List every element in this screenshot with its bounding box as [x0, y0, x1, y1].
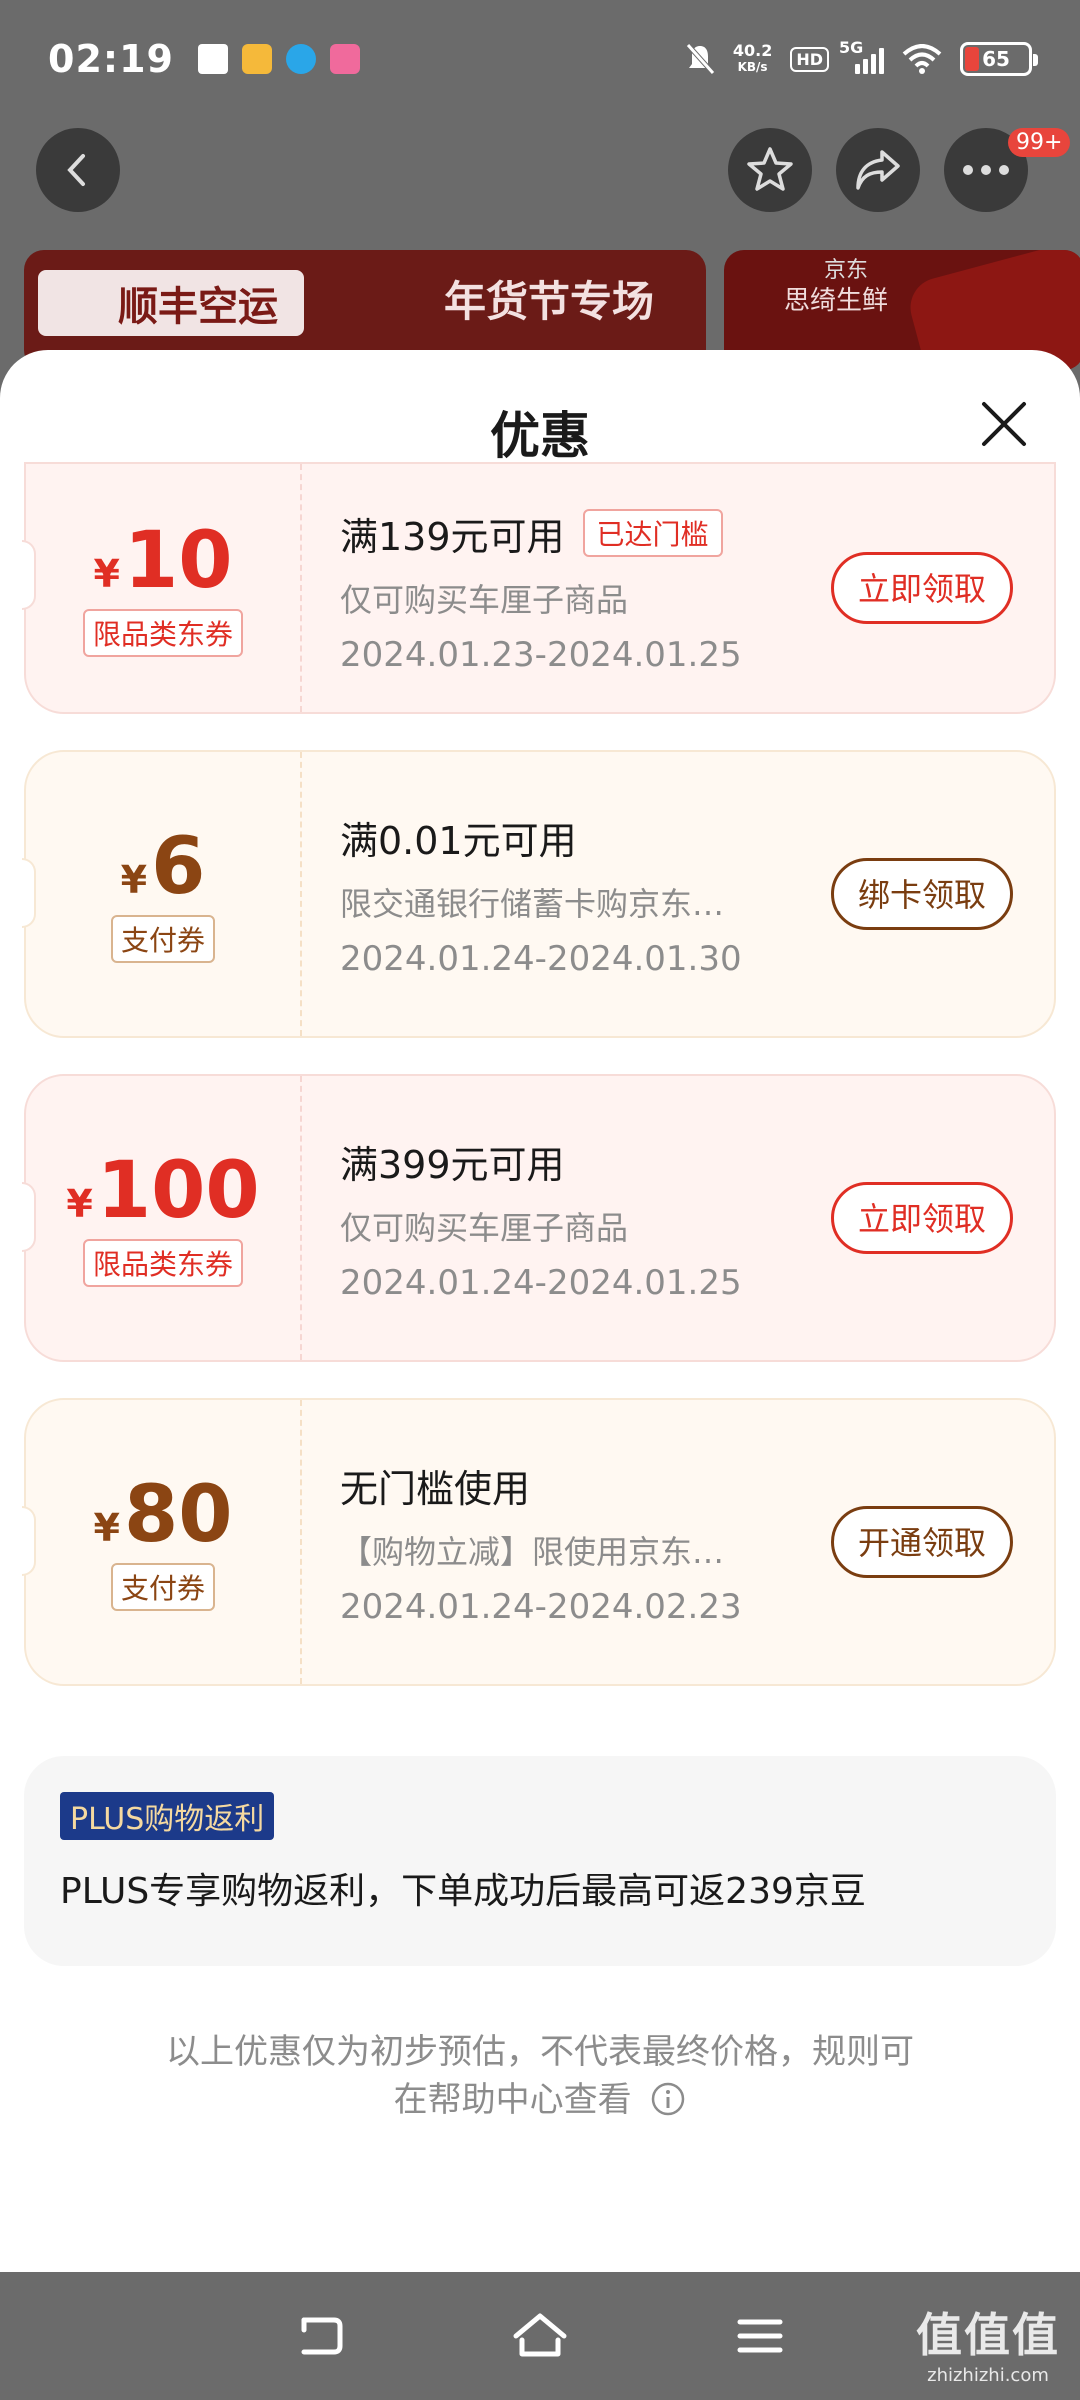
status-bar: 02:19 40.2 KB/s HD 5G 65 — [0, 0, 1080, 118]
coupon-notch — [22, 858, 36, 928]
back-button[interactable] — [36, 128, 120, 212]
battery-icon: 65 — [960, 42, 1038, 76]
coupon-scope: 限交通银行储蓄卡购京东… — [340, 884, 725, 923]
coupon-type-tag: 限品类东券 — [82, 1239, 243, 1287]
coupon-card: ¥ 6 支付券 满0.01元可用 限交通银行储蓄卡购京东… 2024.01.24… — [22, 750, 1056, 1038]
coupon-notch — [22, 540, 36, 610]
app-pink-icon — [329, 44, 360, 74]
qq-icon — [285, 44, 316, 74]
watermark: 值值值 zhizhizhi.com — [916, 2299, 1060, 2386]
coupon-list: ¥ 10 限品类东券 满139元可用 已达门槛 仅可购买车厘子商品 2024.0… — [22, 462, 1056, 1722]
coupon-details: 满399元可用 仅可购买车厘子商品 2024.01.24-2024.01.25 — [302, 1076, 824, 1360]
plus-rebate-text: PLUS专享购物返利，下单成功后最高可返239京豆 — [60, 1871, 866, 1912]
coupon-dates: 2024.01.23-2024.01.25 — [340, 634, 742, 675]
amount-value: 6 — [151, 822, 206, 912]
mute-icon — [685, 43, 715, 75]
info-icon[interactable] — [650, 2081, 686, 2117]
plus-rebate-tag: PLUS购物返利 — [60, 1792, 275, 1840]
signal-icon: 5G — [839, 38, 884, 74]
banner-right-line2: 思绮生鲜 — [784, 286, 889, 316]
amount-value: 10 — [123, 516, 233, 606]
activate-claim-button[interactable]: 开通领取 — [830, 1506, 1013, 1578]
currency-symbol: ¥ — [93, 1506, 120, 1550]
favorite-button[interactable] — [728, 128, 812, 212]
plus-rebate-card: PLUS购物返利 PLUS专享购物返利，下单成功后最高可返239京豆 — [24, 1756, 1056, 1966]
notification-icons — [197, 44, 360, 74]
disclaimer-line2-row: 在帮助中心查看 — [120, 2076, 960, 2124]
sheet-title: 优惠 — [490, 407, 590, 465]
coupon-condition: 无门槛使用 — [340, 1466, 531, 1511]
wifi-icon — [902, 44, 942, 74]
coupon-notch — [22, 1182, 36, 1252]
threshold-reached-tag: 已达门槛 — [582, 509, 723, 557]
amount-value: 100 — [96, 1146, 260, 1236]
coupon-amount: ¥ 80 — [94, 1473, 233, 1557]
coupon-dates: 2024.01.24-2024.02.23 — [340, 1586, 742, 1627]
home-nav-icon[interactable] — [510, 2306, 570, 2366]
status-time: 02:19 — [48, 37, 174, 81]
coupon-value: ¥ 6 支付券 — [26, 752, 302, 1036]
disclaimer-line2: 在帮助中心查看 — [393, 2080, 632, 2120]
more-badge: 99+ — [1008, 128, 1071, 157]
coupon-value: ¥ 80 支付券 — [26, 1400, 302, 1684]
coupon-card: ¥ 100 限品类东券 满399元可用 仅可购买车厘子商品 2024.01.24… — [22, 1074, 1056, 1362]
gift-icon — [197, 44, 228, 74]
network-type: 5G — [839, 38, 864, 57]
amount-value: 80 — [123, 1470, 233, 1560]
battery-level: 65 — [982, 47, 1010, 71]
coupon-type-tag: 限品类东券 — [82, 609, 243, 657]
coupon-condition: 满0.01元可用 — [340, 818, 577, 863]
currency-symbol: ¥ — [66, 1182, 93, 1226]
coupon-amount: ¥ 100 — [66, 1149, 259, 1233]
disclaimer: 以上优惠仅为初步预估，不代表最终价格，规则可 在帮助中心查看 — [120, 2028, 960, 2124]
coupon-details: 满139元可用 已达门槛 仅可购买车厘子商品 2024.01.23-2024.0… — [302, 464, 824, 712]
share-button[interactable] — [836, 128, 920, 212]
more-dots-icon — [963, 165, 1009, 175]
coupon-dates: 2024.01.24-2024.01.25 — [340, 1262, 742, 1303]
close-icon[interactable] — [976, 396, 1032, 452]
claim-button[interactable]: 立即领取 — [830, 1182, 1013, 1254]
coupon-card: ¥ 80 支付券 无门槛使用 【购物立减】限使用京东… 2024.01.24-2… — [22, 1398, 1056, 1686]
coupon-value: ¥ 100 限品类东券 — [26, 1076, 302, 1360]
coupon-details: 满0.01元可用 限交通银行储蓄卡购京东… 2024.01.24-2024.01… — [302, 752, 824, 1036]
claim-button[interactable]: 立即领取 — [830, 552, 1013, 624]
coupon-notch — [22, 1506, 36, 1576]
currency-symbol: ¥ — [120, 858, 148, 902]
coupon-details: 无门槛使用 【购物立减】限使用京东… 2024.01.24-2024.02.23 — [302, 1400, 824, 1684]
share-icon — [856, 150, 900, 190]
system-nav-bar: 值值值 zhizhizhi.com — [0, 2272, 1080, 2400]
disclaimer-line1: 以上优惠仅为初步预估，不代表最终价格，规则可 — [166, 2032, 914, 2072]
currency-symbol: ¥ — [93, 552, 120, 596]
bind-card-claim-button[interactable]: 绑卡领取 — [830, 858, 1013, 930]
coupon-type-tag: 支付券 — [110, 915, 215, 963]
watermark-logo: 值值值 — [916, 2308, 1060, 2362]
net-speed: 40.2 KB/s — [733, 43, 772, 75]
watermark-url: zhizhizhi.com — [927, 2365, 1049, 2386]
net-speed-value: 40.2 — [732, 41, 773, 60]
coupon-scope: 仅可购买车厘子商品 — [340, 580, 629, 619]
hd-badge: HD — [790, 46, 829, 72]
discount-sheet: 优惠 ¥ 10 限品类东券 满139元可用 已达门槛 仅可购买车厘子商品 202… — [0, 350, 1080, 2272]
coupon-scope: 【购物立减】限使用京东… — [340, 1532, 725, 1571]
back-nav-icon[interactable] — [290, 2306, 350, 2366]
coupon-amount: ¥ 10 — [94, 519, 233, 603]
net-speed-unit: KB/s — [737, 60, 768, 74]
coupon-amount: ¥ 6 — [121, 825, 206, 909]
chevron-left-icon — [67, 154, 85, 186]
banner-title: 年货节专场 — [444, 277, 655, 326]
coupon-type-tag: 支付券 — [110, 1563, 215, 1611]
coupon-condition: 满139元可用 — [340, 514, 565, 559]
coupon-value: ¥ 10 限品类东券 — [26, 464, 302, 712]
star-icon — [747, 147, 793, 191]
app-avatar-icon — [241, 44, 272, 74]
coupon-card: ¥ 10 限品类东券 满139元可用 已达门槛 仅可购买车厘子商品 2024.0… — [22, 462, 1056, 714]
banner-brand: 顺丰空运 — [38, 270, 304, 336]
coupon-scope: 仅可购买车厘子商品 — [340, 1208, 629, 1247]
coupon-condition: 满399元可用 — [340, 1142, 565, 1187]
coupon-dates: 2024.01.24-2024.01.30 — [340, 938, 742, 979]
menu-nav-icon[interactable] — [730, 2306, 790, 2366]
